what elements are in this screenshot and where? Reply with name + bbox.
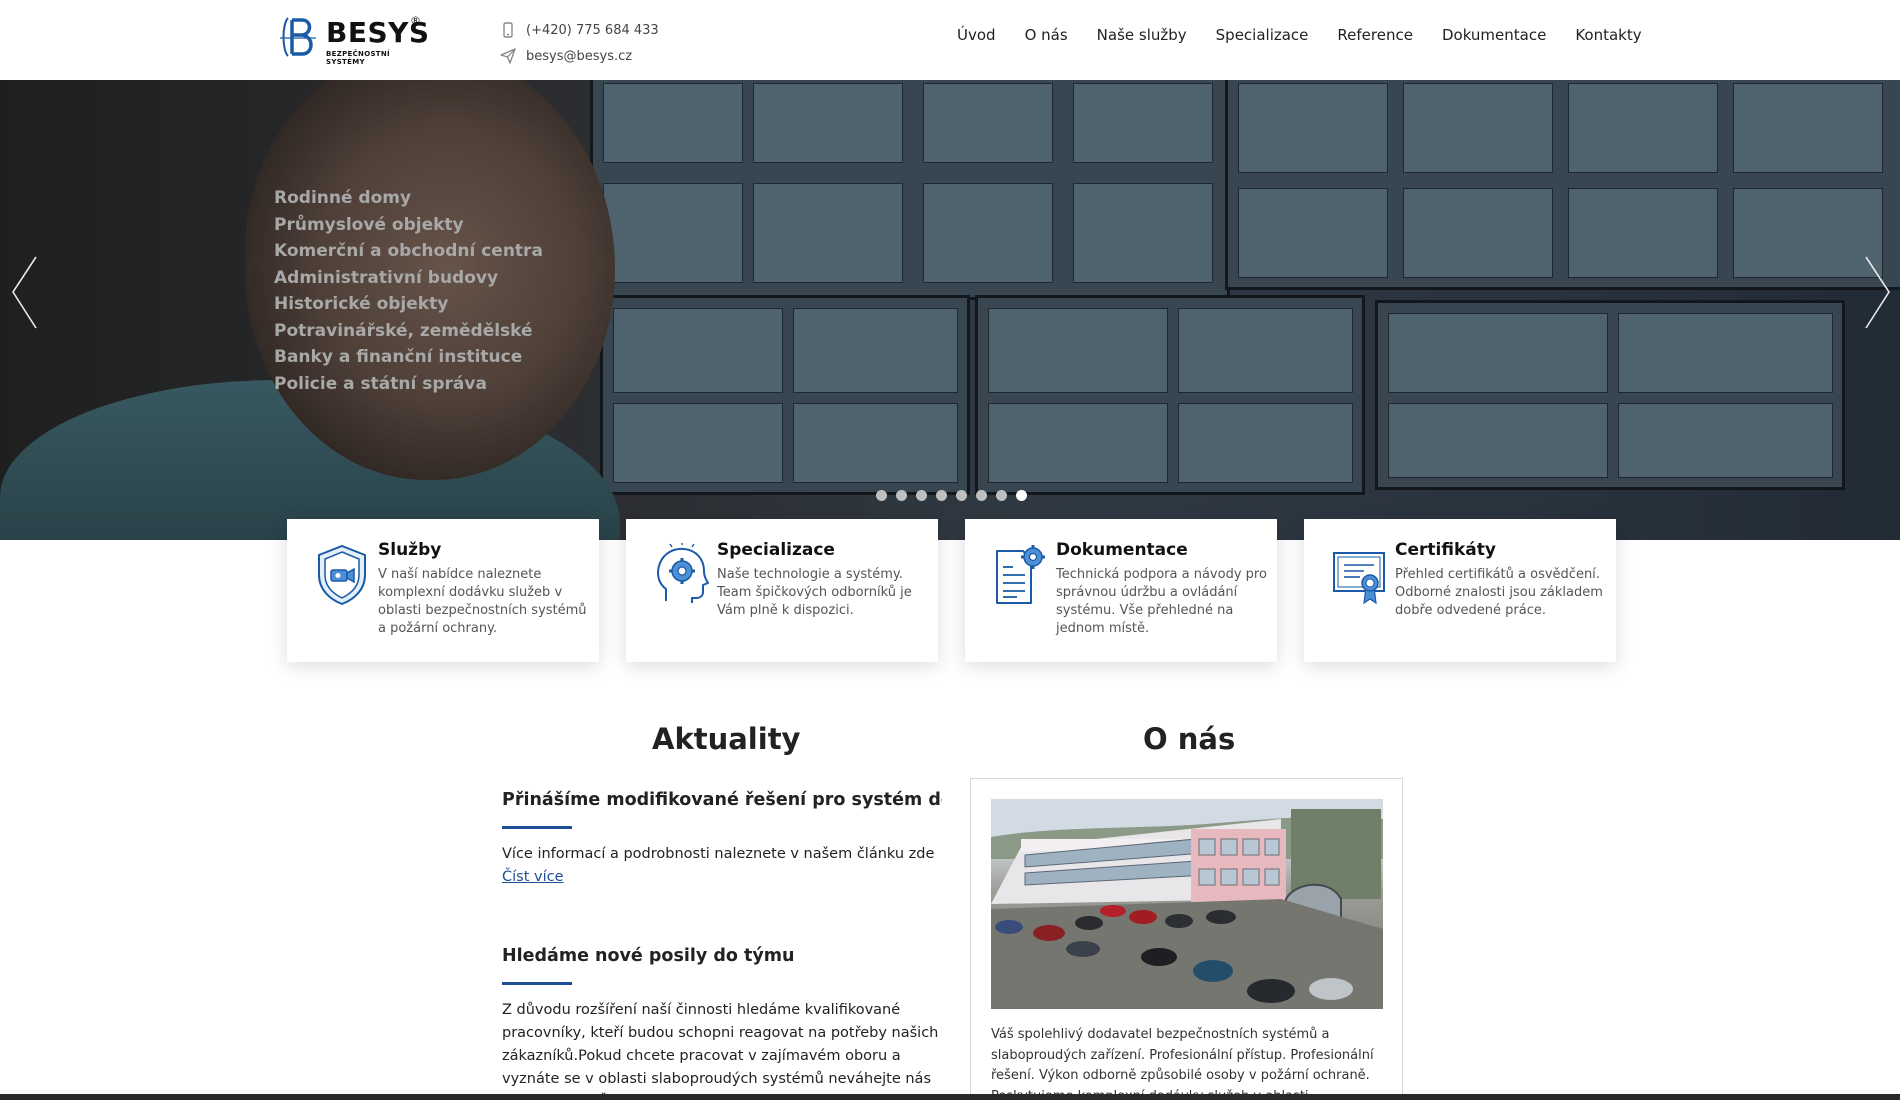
read-more-link[interactable]: Číst více — [502, 869, 564, 885]
card-text: Technická podpora a návody pro správnou … — [1056, 567, 1267, 636]
news-item: Přinášíme modifikované řešení pro systém… — [502, 790, 942, 885]
news-text: Více informací a podrobnosti naleznete v… — [502, 846, 935, 862]
card-title: Služby — [378, 540, 442, 560]
phone-row[interactable]: (+420) 775 684 433 — [500, 17, 659, 43]
card-title: Dokumentace — [1056, 540, 1188, 560]
slider-dot[interactable] — [876, 490, 887, 501]
paper-plane-icon — [500, 48, 516, 64]
hero-list-item: Policie a státní správa — [274, 373, 487, 394]
nav-kontakty[interactable]: Kontakty — [1575, 26, 1641, 44]
email-row[interactable]: besys@besys.cz — [500, 43, 659, 69]
about-text: Váš spolehlivý dodavatel bezpečnostních … — [991, 1027, 1374, 1100]
nav-dokumentace[interactable]: Dokumentace — [1442, 26, 1546, 44]
card-title: Specializace — [717, 540, 835, 560]
site-header: BESYS ® BEZPEČNOSTNÍ SYSTÉMY (+420) 775 … — [0, 0, 1900, 80]
certificate-icon — [1333, 552, 1385, 605]
hero-list-item: Historické objekty — [274, 294, 449, 314]
heading-underline — [502, 982, 572, 985]
company-building-photo — [991, 799, 1383, 1009]
slider-prev-arrow-icon[interactable] — [10, 255, 40, 330]
hero-list-item: Rodinné domy — [274, 188, 412, 208]
slider-dot[interactable] — [956, 490, 967, 501]
card-title: Certifikáty — [1395, 540, 1496, 560]
nav-uvod[interactable]: Úvod — [957, 26, 996, 44]
about-box: Váš spolehlivý dodavatel bezpečnostních … — [970, 778, 1403, 1100]
news-text: Z důvodu rozšíření naší činnosti hledáme… — [502, 1002, 939, 1100]
news-item: Hledáme nové posily do týmu Z důvodu roz… — [502, 946, 942, 1100]
main-nav: Úvod O nás Naše služby Specializace Refe… — [957, 26, 1642, 44]
news-heading[interactable]: Přinášíme modifikované řešení pro systém… — [502, 790, 942, 810]
bottom-bar — [0, 1094, 1900, 1100]
document-gear-icon — [996, 545, 1045, 604]
nav-reference[interactable]: Reference — [1337, 26, 1413, 44]
news-section-title: Aktuality — [652, 722, 801, 756]
email-address[interactable]: besys@besys.cz — [526, 49, 632, 64]
card-text: Přehled certifikátů a osvědčení. Odborné… — [1395, 567, 1603, 618]
shield-camera-icon — [318, 544, 366, 606]
nav-specializace[interactable]: Specializace — [1216, 26, 1309, 44]
hero-list-item: Administrativní budovy — [274, 267, 499, 288]
slider-next-arrow-icon[interactable] — [1862, 255, 1892, 330]
nav-nase-sluzby[interactable]: Naše služby — [1097, 26, 1187, 44]
card-specializace[interactable]: Specializace Naše technologie a systémy.… — [626, 519, 938, 662]
slider-dots — [876, 490, 1036, 501]
card-text: Naše technologie a systémy. Team špičkov… — [717, 567, 912, 618]
logo-registered-mark: ® — [410, 14, 421, 27]
phone-icon — [503, 22, 513, 38]
contact-info: (+420) 775 684 433 besys@besys.cz — [500, 17, 659, 69]
slider-dot[interactable] — [996, 490, 1007, 501]
card-certifikaty[interactable]: Certifikáty Přehled certifikátů a osvědč… — [1304, 519, 1616, 662]
logo-b-icon — [280, 17, 316, 57]
head-gear-icon — [657, 543, 709, 603]
hero-slider: Rodinné domy Průmyslové objekty Komerční… — [0, 80, 1900, 540]
nav-o-nas[interactable]: O nás — [1025, 26, 1068, 44]
slider-dot[interactable] — [976, 490, 987, 501]
heading-underline — [502, 826, 572, 829]
logo[interactable]: BESYS ® BEZPEČNOSTNÍ SYSTÉMY — [278, 14, 429, 66]
card-sluzby[interactable]: Služby V naší nabídce naleznete komplexn… — [287, 519, 599, 662]
hero-list-item: Průmyslové objekty — [274, 214, 464, 235]
news-heading[interactable]: Hledáme nové posily do týmu — [502, 946, 942, 966]
hero-list-item: Komerční a obchodní centra — [274, 241, 543, 261]
slider-dot[interactable] — [896, 490, 907, 501]
logo-tagline: BEZPEČNOSTNÍ SYSTÉMY — [326, 50, 390, 66]
phone-number[interactable]: (+420) 775 684 433 — [526, 23, 659, 38]
about-section-title: O nás — [1143, 722, 1236, 756]
hero-list-item: Banky a finanční instituce — [274, 347, 523, 367]
slider-dot[interactable] — [916, 490, 927, 501]
slider-dot[interactable] — [936, 490, 947, 501]
card-dokumentace[interactable]: Dokumentace Technická podpora a návody p… — [965, 519, 1277, 662]
slider-dot-active[interactable] — [1016, 490, 1027, 501]
hero-object-list: Rodinné domy Průmyslové objekty Komerční… — [274, 185, 543, 397]
hero-list-item: Potravinářské, zemědělské — [274, 320, 533, 341]
building-illustration — [991, 799, 1383, 1009]
card-text: V naší nabídce naleznete komplexní dodáv… — [378, 567, 587, 636]
